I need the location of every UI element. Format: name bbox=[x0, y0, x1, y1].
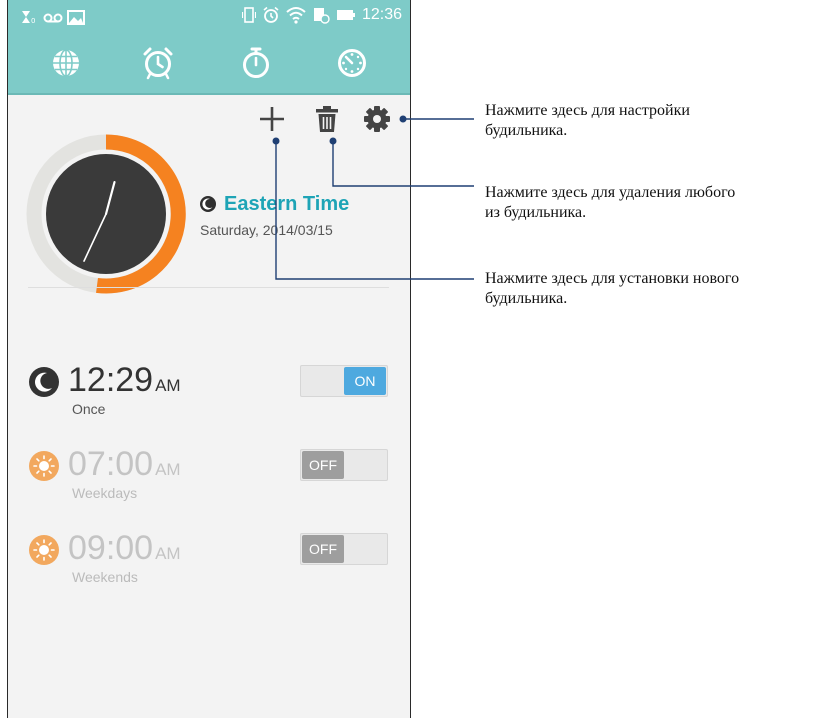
moon-icon bbox=[200, 196, 216, 212]
analog-clock bbox=[26, 134, 186, 294]
alarm-toggle[interactable]: OFF bbox=[300, 449, 388, 481]
toggle-state: OFF bbox=[302, 451, 344, 479]
moon-icon bbox=[29, 367, 59, 397]
alarm-row-icon bbox=[29, 535, 59, 565]
status-time: 12:36 bbox=[361, 6, 402, 23]
battery-icon bbox=[336, 10, 355, 20]
timezone-name: Eastern Time bbox=[224, 193, 350, 215]
alarm-tab[interactable] bbox=[140, 45, 176, 81]
night-indicator bbox=[200, 196, 216, 212]
stopwatch-tab[interactable] bbox=[238, 45, 274, 81]
alarm-row-icon bbox=[29, 367, 59, 397]
alarm-clock-icon bbox=[143, 47, 173, 80]
status-bar: 0 12:36 bbox=[8, 0, 410, 33]
phone-screen: 0 12:36 Eastern Time Saturday, 2014/03/1… bbox=[7, 0, 411, 718]
toggle-state: OFF bbox=[302, 535, 344, 563]
callout-line: Нажмите здесь для настройки bbox=[485, 102, 690, 119]
sun-icon bbox=[29, 535, 59, 565]
callout-line: Нажмите здесь для удаления любого bbox=[485, 184, 736, 201]
alarm-time: 07:00 AM bbox=[68, 445, 181, 483]
sun-icon bbox=[29, 451, 59, 481]
alarm-repeat: Weekdays bbox=[72, 485, 138, 501]
alarm-time: 09:00 AM bbox=[68, 529, 181, 567]
globe-icon bbox=[53, 49, 79, 77]
alarm-repeat: Once bbox=[72, 401, 106, 417]
timer-icon bbox=[338, 49, 366, 77]
callout-line: Нажмите здесь для установки нового bbox=[485, 270, 740, 287]
callout-line: будильника. bbox=[485, 290, 568, 307]
alarm-row-icon bbox=[29, 451, 59, 481]
divider bbox=[28, 287, 389, 288]
delete-alarm-button[interactable] bbox=[312, 103, 342, 135]
settings-callout: Нажмите здесь для настройки будильника. bbox=[485, 101, 690, 141]
world-clock-tab[interactable] bbox=[48, 45, 84, 81]
callout-line: из будильника. bbox=[485, 204, 587, 221]
timezone-date: Saturday, 2014/03/15 bbox=[200, 222, 333, 238]
vibrate-icon bbox=[241, 7, 256, 23]
delete-callout: Нажмите здесь для удаления любого из буд… bbox=[485, 183, 735, 223]
plus-icon bbox=[260, 107, 284, 131]
alarm-row[interactable]: 07:00 AM Weekdays OFF bbox=[8, 439, 410, 509]
sync-icon bbox=[313, 8, 330, 24]
svg-text:0: 0 bbox=[31, 17, 35, 25]
alarm-row[interactable]: 12:29 AM Once ON bbox=[8, 355, 410, 425]
alarm-time: 12:29 AM bbox=[68, 361, 181, 399]
callout-line: будильника. bbox=[485, 122, 568, 139]
alarm-toggle[interactable]: ON bbox=[300, 365, 388, 397]
alarm-icon bbox=[263, 6, 279, 23]
image-icon bbox=[67, 10, 85, 25]
voicemail-icon bbox=[43, 13, 63, 23]
timer-tab[interactable] bbox=[334, 45, 370, 81]
toggle-state: ON bbox=[344, 367, 386, 395]
alarm-settings-button[interactable] bbox=[362, 104, 392, 134]
alarm-toggle[interactable]: OFF bbox=[300, 533, 388, 565]
alarm-repeat: Weekends bbox=[72, 569, 138, 585]
alarm-row[interactable]: 09:00 AM Weekends OFF bbox=[8, 523, 410, 593]
tab-bar bbox=[8, 33, 410, 95]
sim-icon: 0 bbox=[22, 11, 35, 25]
gear-icon bbox=[364, 106, 390, 132]
add-callout: Нажмите здесь для установки нового будил… bbox=[485, 269, 739, 309]
trash-icon bbox=[316, 106, 338, 132]
stopwatch-icon bbox=[243, 47, 269, 78]
add-alarm-button[interactable] bbox=[256, 103, 288, 135]
wifi-icon bbox=[286, 7, 306, 24]
